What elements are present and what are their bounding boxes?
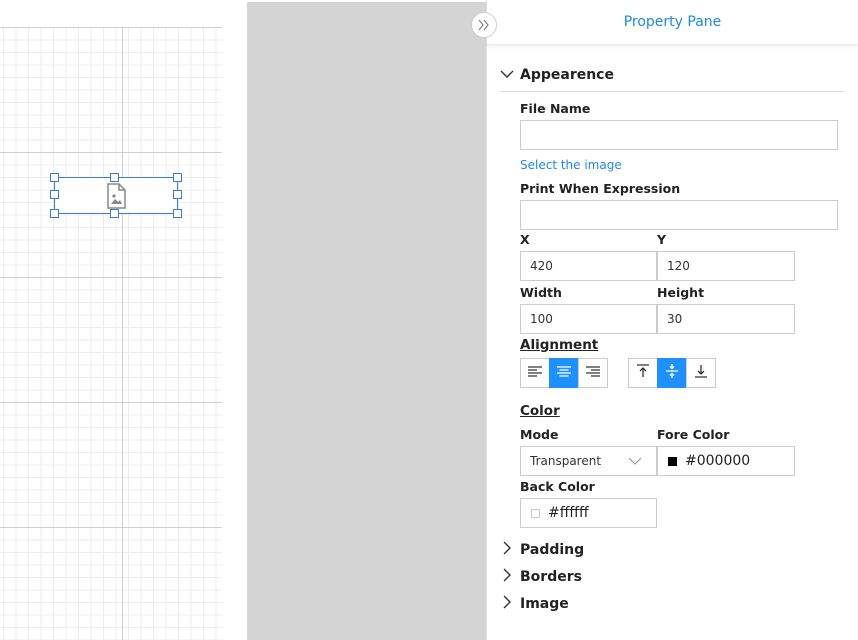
align-left-icon: [527, 364, 543, 383]
fore-color-picker[interactable]: #000000: [657, 446, 795, 476]
width-input[interactable]: 100: [520, 304, 657, 334]
chevron-right-icon: [500, 595, 514, 613]
file-name-label: File Name: [520, 101, 591, 116]
chevron-down-icon: [500, 67, 514, 83]
align-left-button[interactable]: [520, 358, 550, 388]
resize-handle-left[interactable]: [50, 190, 59, 199]
vertical-alignment-group: [628, 358, 716, 388]
horizontal-alignment-group: [520, 358, 608, 388]
resize-handle-top-left[interactable]: [50, 173, 59, 182]
section-borders-label: Borders: [520, 569, 582, 585]
resize-handle-bottom-right[interactable]: [173, 209, 182, 218]
back-color-picker[interactable]: #ffffff: [520, 498, 657, 528]
resize-handle-top-right[interactable]: [173, 173, 182, 182]
chevron-right-icon: [500, 541, 514, 559]
property-pane-title: Property Pane: [623, 14, 722, 30]
print-when-label: Print When Expression: [520, 181, 681, 196]
x-input[interactable]: 420: [520, 251, 657, 281]
height-input[interactable]: 30: [657, 304, 795, 334]
y-input[interactable]: 120: [657, 251, 795, 281]
section-appearance-header[interactable]: Appearence: [500, 67, 614, 83]
resize-handle-right[interactable]: [173, 190, 182, 199]
property-pane-header: Property Pane: [487, 0, 858, 45]
resize-handle-bottom-left[interactable]: [50, 209, 59, 218]
align-right-button[interactable]: [578, 358, 608, 388]
color-section-label: Color: [520, 403, 560, 419]
select-image-link[interactable]: Select the image: [520, 158, 622, 172]
alignment-label: Alignment: [520, 337, 599, 353]
canvas-ruler-area: [0, 0, 222, 27]
section-borders-header[interactable]: Borders: [500, 568, 582, 586]
image-placeholder-icon: [106, 183, 126, 213]
back-color-value: #ffffff: [548, 505, 589, 521]
back-color-swatch: [531, 508, 540, 518]
section-image-label: Image: [520, 596, 569, 612]
collapse-pane-button[interactable]: [471, 12, 497, 38]
height-label: Height: [657, 285, 705, 300]
align-top-button[interactable]: [628, 358, 658, 388]
file-name-input[interactable]: [520, 120, 838, 150]
align-top-icon: [635, 363, 651, 383]
double-chevron-right-icon: [477, 16, 491, 35]
fore-color-value: #000000: [685, 453, 751, 469]
section-image-header[interactable]: Image: [500, 595, 569, 613]
width-label: Width: [520, 285, 562, 300]
align-bottom-icon: [693, 363, 709, 383]
align-center-icon: [556, 364, 572, 383]
fore-color-label: Fore Color: [657, 427, 730, 442]
section-padding-label: Padding: [520, 542, 585, 558]
fore-color-swatch: [668, 456, 677, 466]
section-divider: [500, 91, 844, 92]
mode-select[interactable]: Transparent: [520, 446, 657, 476]
section-padding-header[interactable]: Padding: [500, 541, 584, 559]
back-color-label: Back Color: [520, 479, 595, 494]
canvas-gutter: [247, 2, 486, 640]
print-when-input[interactable]: [520, 200, 838, 230]
resize-handle-top[interactable]: [110, 173, 119, 182]
mode-label: Mode: [520, 427, 559, 442]
section-appearance-label: Appearence: [520, 67, 614, 83]
design-canvas[interactable]: [0, 0, 222, 640]
align-right-icon: [585, 364, 601, 383]
chevron-right-icon: [500, 568, 514, 586]
mode-select-value: Transparent: [530, 454, 602, 468]
y-label: Y: [657, 232, 667, 247]
chevron-down-icon: [628, 455, 642, 469]
align-center-button[interactable]: [549, 358, 579, 388]
align-middle-button[interactable]: [657, 358, 687, 388]
align-bottom-button[interactable]: [686, 358, 716, 388]
align-middle-icon: [664, 363, 680, 383]
x-label: X: [520, 232, 530, 247]
